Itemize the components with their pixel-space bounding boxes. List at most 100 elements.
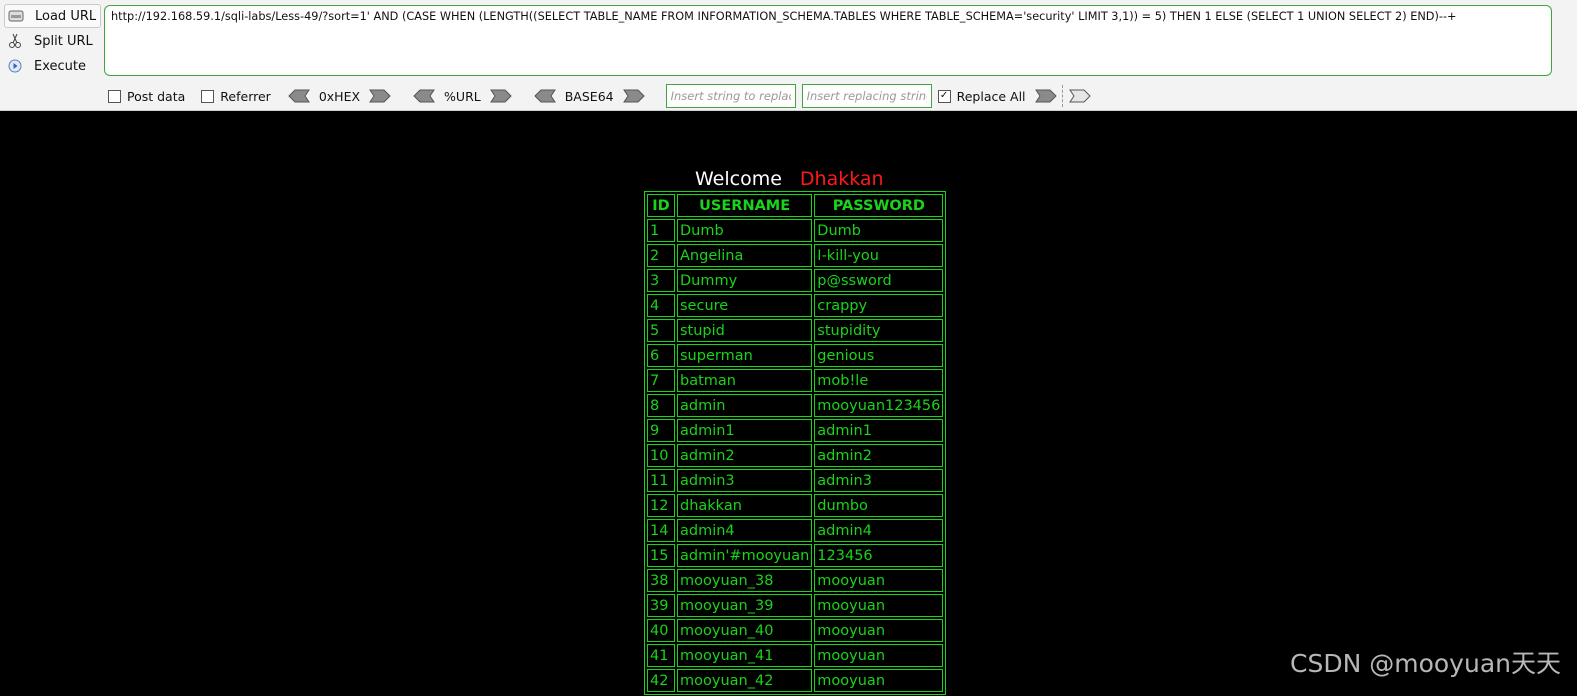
- table-row: 41 mooyuan_41 mooyuan: [647, 644, 944, 667]
- replace-apply-arrow-icon[interactable]: [1068, 89, 1092, 103]
- cell-id: 3: [647, 269, 675, 292]
- hackbar-toolbar: Load URL Split URL Execute http://192.16…: [0, 0, 1577, 111]
- cell-id: 38: [647, 569, 675, 592]
- hex-decode-arrow-icon[interactable]: [287, 89, 311, 103]
- cell-username: admin4: [677, 519, 813, 542]
- cell-username: mooyuan_40: [677, 619, 813, 642]
- cell-username: admin1: [677, 419, 813, 442]
- table-row: 39 mooyuan_39 mooyuan: [647, 594, 944, 617]
- cell-password: Dumb: [814, 219, 944, 242]
- base64-label: BASE64: [564, 88, 614, 104]
- cell-password: dumbo: [814, 494, 944, 517]
- welcome-text: Welcome: [695, 168, 782, 190]
- cell-password: mooyuan: [814, 569, 944, 592]
- table-row: 6 superman genious: [647, 344, 944, 367]
- cell-username: superman: [677, 344, 813, 367]
- cell-id: 7: [647, 369, 675, 392]
- cell-username: stupid: [677, 319, 813, 342]
- cell-id: 9: [647, 419, 675, 442]
- post-data-checkbox-box: [108, 89, 121, 103]
- hex-encode-arrow-icon[interactable]: [368, 89, 392, 103]
- url-encode-arrow-icon[interactable]: [489, 89, 513, 103]
- welcome-heading: Welcome Dhakkan: [695, 168, 884, 190]
- cell-password: stupidity: [814, 319, 944, 342]
- cell-password: mooyuan: [814, 669, 944, 692]
- cell-username: admin3: [677, 469, 813, 492]
- cell-id: 10: [647, 444, 675, 467]
- replace-string-input[interactable]: [801, 84, 932, 108]
- users-table: ID USERNAME PASSWORD 1 Dumb Dumb 2 Angelina I…: [644, 191, 947, 695]
- url-encoder-group: %URL: [412, 89, 513, 104]
- base64-decode-arrow-icon[interactable]: [533, 89, 557, 103]
- cell-id: 11: [647, 469, 675, 492]
- cell-username: mooyuan_39: [677, 594, 813, 617]
- load-url-label: Load URL: [35, 8, 97, 24]
- hackbar-options-row: Post data Referrer 0xHEX %URL BASE64 Ins…: [108, 84, 1092, 108]
- find-string-input[interactable]: [665, 84, 796, 108]
- cell-password: admin2: [814, 444, 944, 467]
- load-url-icon: [7, 7, 25, 25]
- cell-username: admin'#mooyuan: [677, 544, 813, 567]
- table-row: 2 Angelina I-kill-you: [647, 244, 944, 267]
- post-data-checkbox[interactable]: Post data: [108, 89, 185, 104]
- referrer-checkbox[interactable]: Referrer: [201, 89, 271, 104]
- cell-username: dhakkan: [677, 494, 813, 517]
- post-data-label: Post data: [127, 88, 186, 104]
- cell-password: mob!le: [814, 369, 944, 392]
- table-row: 11 admin3 admin3: [647, 469, 944, 492]
- table-row: 40 mooyuan_40 mooyuan: [647, 619, 944, 642]
- cell-password: admin1: [814, 419, 944, 442]
- cell-password: mooyuan: [814, 619, 944, 642]
- cell-id: 15: [647, 544, 675, 567]
- url-textarea[interactable]: http://192.168.59.1/sqli-labs/Less-49/?s…: [104, 5, 1552, 76]
- cell-username: secure: [677, 294, 813, 317]
- table-row: 14 admin4 admin4: [647, 519, 944, 542]
- table-row: 12 dhakkan dumbo: [647, 494, 944, 517]
- cell-username: Dummy: [677, 269, 813, 292]
- split-url-button[interactable]: Split URL: [4, 30, 99, 52]
- table-row: 5 stupid stupidity: [647, 319, 944, 342]
- referrer-checkbox-box: [201, 89, 215, 103]
- table-row: 9 admin1 admin1: [647, 419, 944, 442]
- table-row: 8 admin mooyuan123456: [647, 394, 944, 417]
- table-row: 1 Dumb Dumb: [647, 219, 944, 242]
- replace-all-checkbox[interactable]: ✓ Replace All: [937, 88, 1026, 104]
- hex-label: 0xHEX: [318, 88, 361, 104]
- load-url-button[interactable]: Load URL: [4, 4, 101, 28]
- cell-id: 5: [647, 319, 675, 342]
- hex-encoder-group: 0xHEX: [287, 89, 392, 104]
- base64-encode-arrow-icon[interactable]: [622, 89, 646, 103]
- cell-username: mooyuan_38: [677, 569, 813, 592]
- execute-button[interactable]: Execute: [4, 55, 99, 77]
- table-row: 15 admin'#mooyuan 123456: [647, 544, 944, 567]
- cell-password: genious: [814, 344, 944, 367]
- cell-password: mooyuan: [814, 594, 944, 617]
- replace-all-label: Replace All: [956, 88, 1026, 104]
- replace-forward-arrow-icon[interactable]: [1034, 89, 1058, 103]
- header-username: USERNAME: [677, 194, 813, 217]
- url-decode-arrow-icon[interactable]: [412, 89, 436, 103]
- scissors-icon: [6, 32, 24, 50]
- execute-label: Execute: [34, 58, 86, 74]
- cell-password: p@ssword: [814, 269, 944, 292]
- csdn-watermark: CSDN @mooyuan天天: [1290, 649, 1561, 678]
- cell-password: crappy: [814, 294, 944, 317]
- welcome-name: Dhakkan: [799, 168, 884, 190]
- cell-username: mooyuan_42: [677, 669, 813, 692]
- cell-id: 42: [647, 669, 675, 692]
- cell-id: 14: [647, 519, 675, 542]
- cell-username: Dumb: [677, 219, 813, 242]
- cell-password: admin4: [814, 519, 944, 542]
- cell-username: mooyuan_41: [677, 644, 813, 667]
- replace-all-checkbox-box: ✓: [937, 89, 951, 103]
- cell-password: mooyuan123456: [814, 394, 944, 417]
- table-row: 10 admin2 admin2: [647, 444, 944, 467]
- cell-id: 1: [647, 219, 675, 242]
- cell-id: 39: [647, 594, 675, 617]
- cell-id: 2: [647, 244, 675, 267]
- cell-id: 8: [647, 394, 675, 417]
- base64-encoder-group: BASE64: [533, 89, 646, 104]
- table-row: 38 mooyuan_38 mooyuan: [647, 569, 944, 592]
- split-url-label: Split URL: [34, 33, 93, 49]
- cell-username: batman: [677, 369, 813, 392]
